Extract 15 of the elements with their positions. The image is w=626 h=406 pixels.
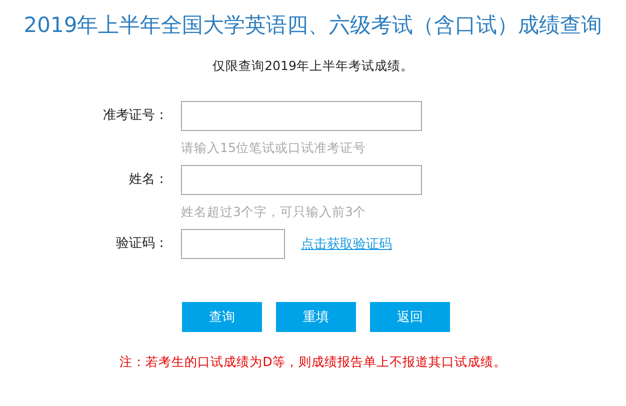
field-label: 验证码： [116, 235, 168, 253]
input-field[interactable] [181, 101, 422, 131]
note-text: 注：若考生的口试成绩为D等，则成绩报告单上不报道其口试成绩。 [120, 353, 506, 371]
hint-text: 姓名超过3个字，可只输入前3个 [181, 203, 367, 221]
captcha-field[interactable] [181, 229, 285, 259]
form-button[interactable]: 查询 [182, 302, 262, 332]
get-captcha-link[interactable]: 点击获取验证码 [301, 235, 392, 253]
form-button[interactable]: 重填 [276, 302, 356, 332]
input-field[interactable] [181, 165, 422, 195]
page-title: 2019年上半年全国大学英语四、六级考试（含口试）成绩查询 [24, 12, 602, 39]
form-button[interactable]: 返回 [370, 302, 450, 332]
hint-text: 请输入15位笔试或口试准考证号 [181, 139, 367, 157]
field-label: 姓名： [129, 171, 168, 189]
notice-text: 仅限查询2019年上半年考试成绩。 [212, 57, 414, 75]
field-label: 准考证号： [103, 107, 168, 125]
